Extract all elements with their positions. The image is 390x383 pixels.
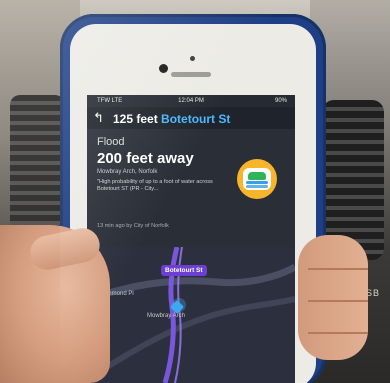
front-camera — [159, 64, 168, 73]
earpiece-speaker — [171, 72, 211, 77]
finger-crease — [308, 332, 368, 334]
flood-icon — [237, 159, 277, 199]
alert-description: "High probability of up to a foot of wat… — [97, 179, 213, 192]
alert-location: Mowbray Arch, Norfolk — [97, 169, 158, 175]
alert-meta: 13 min ago by City of Norfolk — [97, 223, 169, 229]
clock: 12:04 PM — [178, 98, 204, 104]
nav-instruction[interactable]: ↰ 125 feet Botetourt St — [87, 107, 295, 129]
alert-card[interactable]: Flood 200 feet away Mowbray Arch, Norfol… — [87, 129, 295, 279]
flood-icon-inner — [243, 168, 271, 190]
status-bar: TFW LTE 12:04 PM 90% — [87, 95, 295, 107]
air-vent-left — [10, 95, 65, 245]
finger-crease — [308, 300, 368, 302]
fingers — [298, 235, 368, 360]
map-street-label: Botetourt St — [161, 265, 207, 276]
map-view[interactable]: Botetourt St Drummond Pl Mowbray Arch — [87, 246, 295, 383]
finger-crease — [308, 268, 368, 270]
nav-distance: 125 feet — [113, 112, 158, 126]
water-icon — [246, 185, 268, 188]
alert-type: Flood — [97, 136, 125, 148]
car-icon — [248, 172, 266, 180]
map-label-mowbray: Mowbray Arch — [147, 313, 186, 319]
nav-street: Botetourt St — [161, 112, 231, 126]
battery-label: 90% — [274, 98, 287, 104]
phone-screen: TFW LTE 12:04 PM 90% ↰ 125 feet Botetour… — [87, 95, 295, 383]
front-sensor — [190, 56, 195, 61]
photo-scene: USB TFW LTE 12:04 PM 90% ↰ 125 feet Bote… — [0, 0, 390, 383]
alert-distance: 200 feet away — [97, 150, 194, 167]
nav-text: 125 feet Botetourt St — [113, 112, 230, 126]
turn-left-icon: ↰ — [93, 110, 104, 125]
water-icon — [246, 181, 268, 184]
